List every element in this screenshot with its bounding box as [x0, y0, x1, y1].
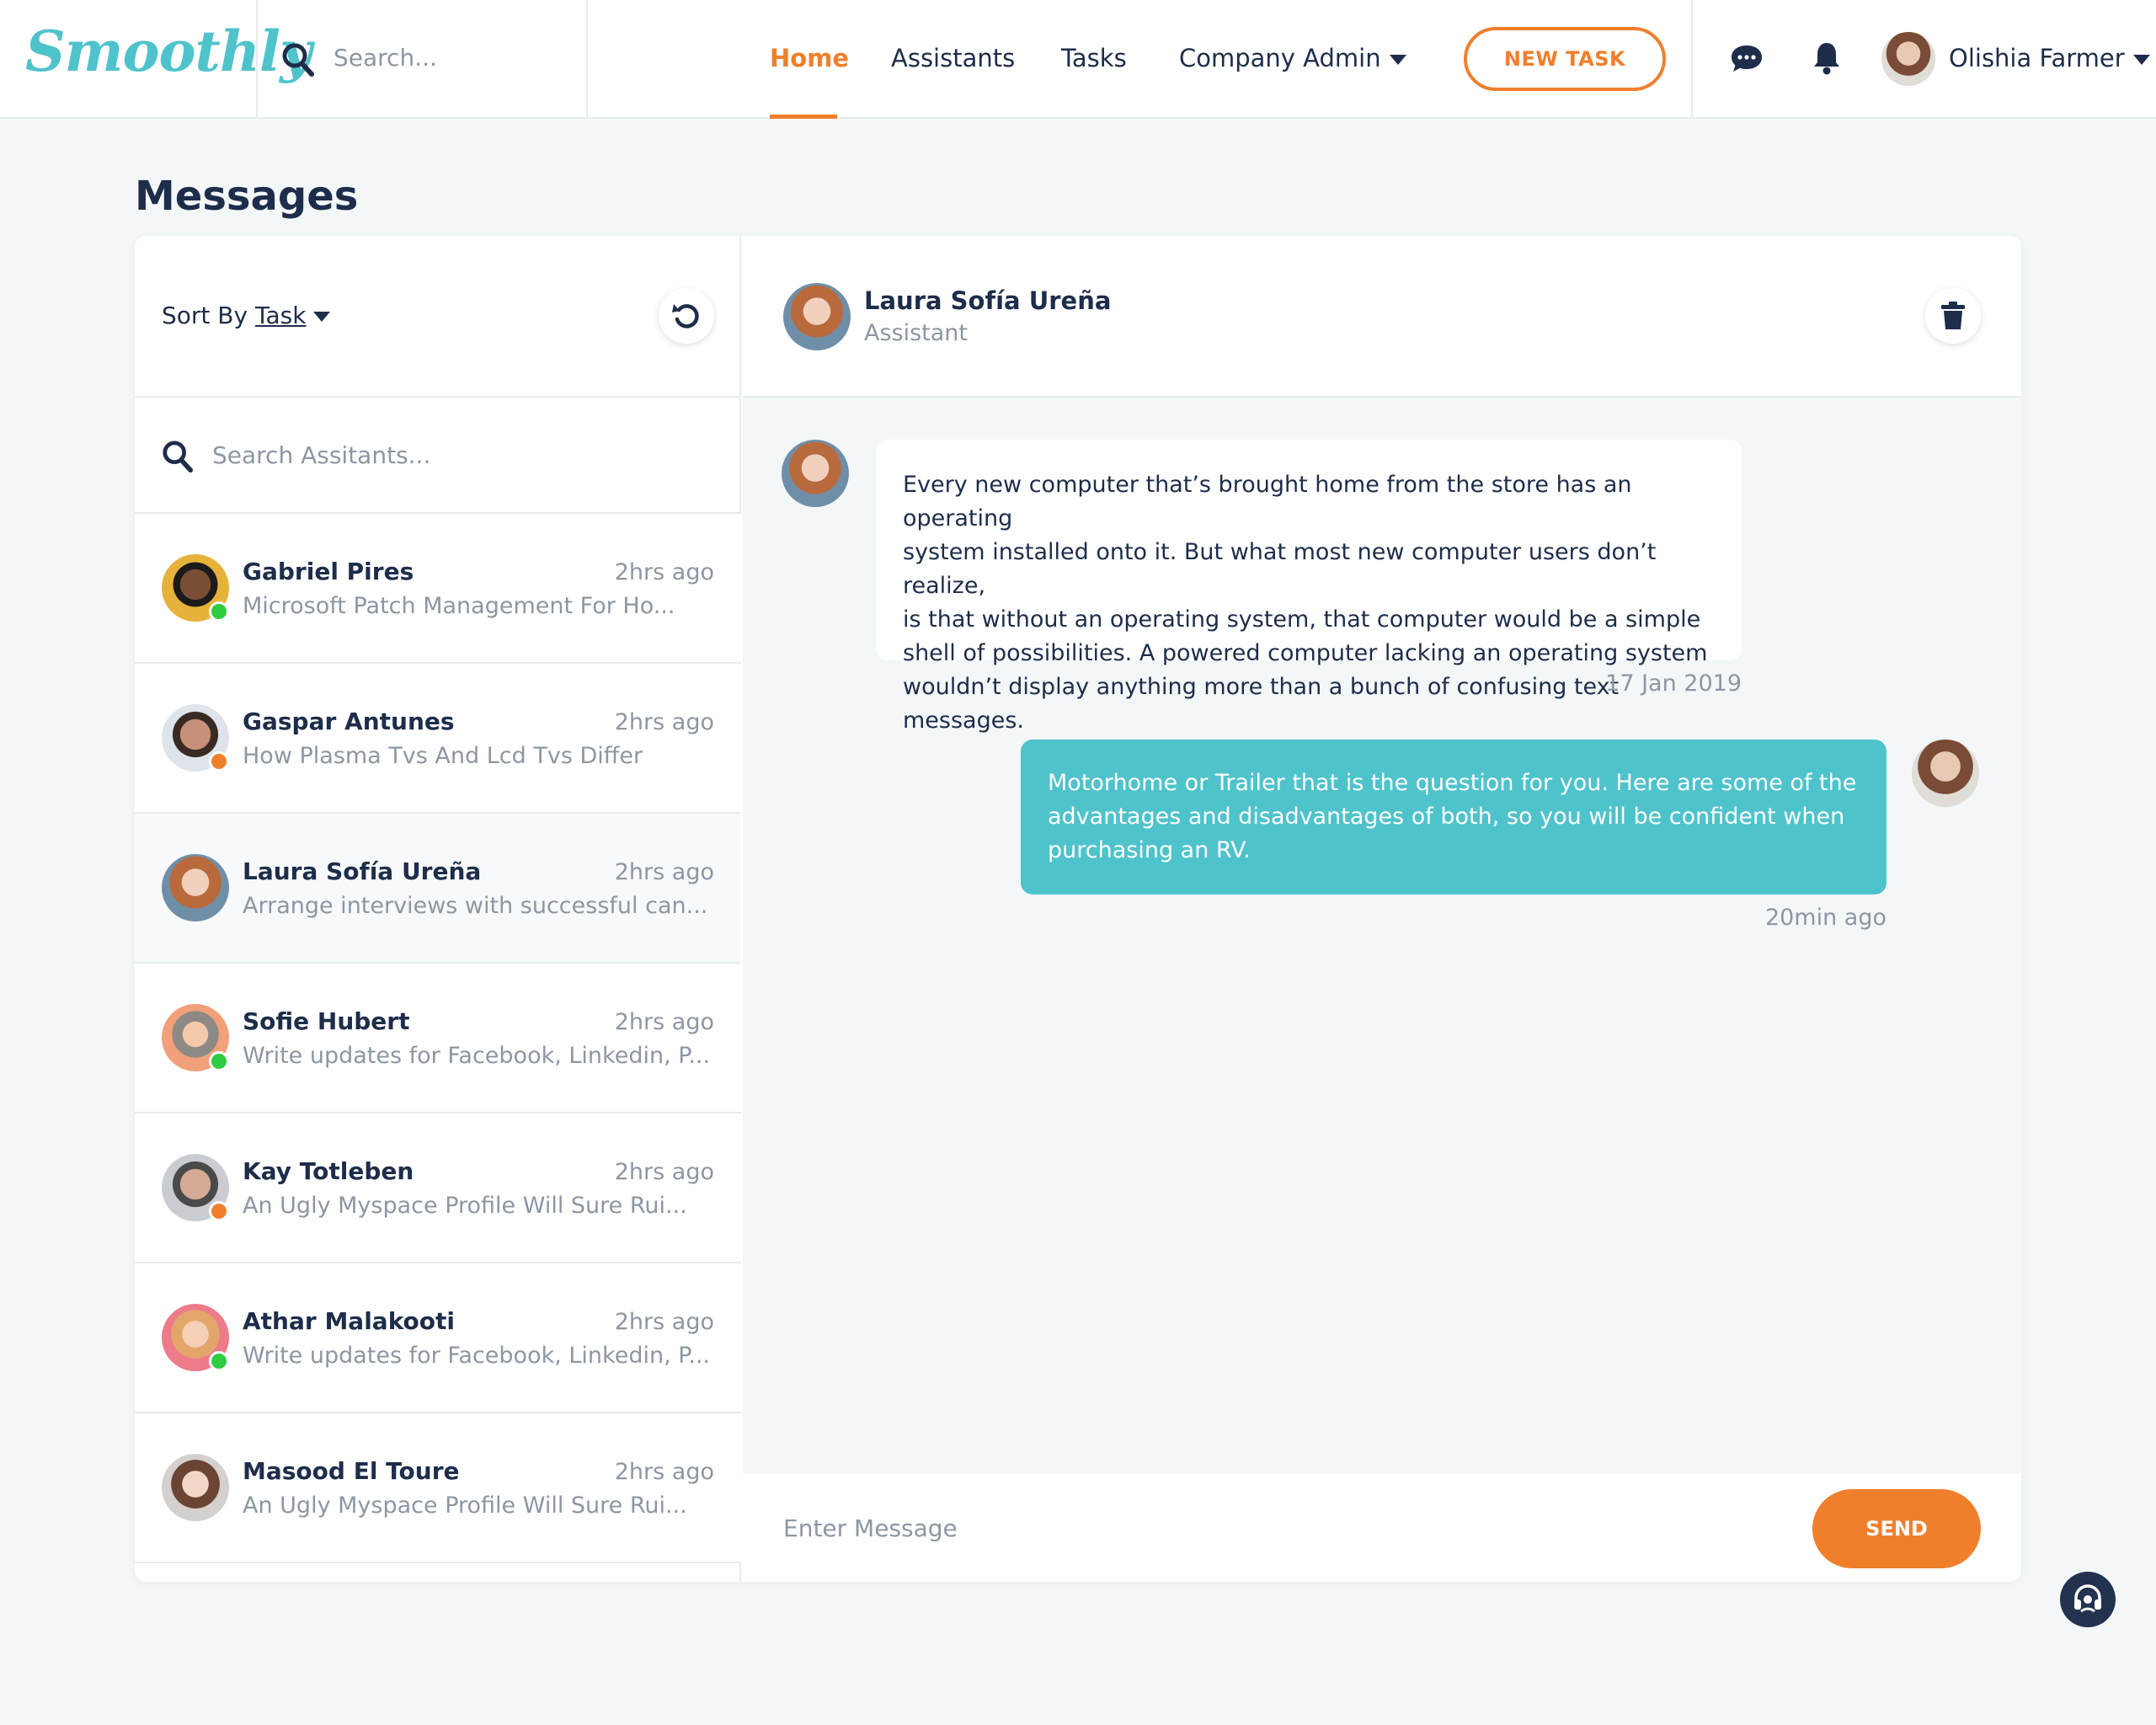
message-preview: Microsoft Patch Management For Ho... [243, 593, 675, 619]
trash-icon [1941, 302, 1965, 329]
message-line: Every new computer that’s brought home f… [903, 472, 1632, 531]
message-line: advantages and disadvantages of both, so… [1048, 804, 1845, 830]
new-task-button[interactable]: NEW TASK [1464, 27, 1666, 91]
contact-name: Gaspar Antunes [243, 708, 455, 735]
timestamp: 2hrs ago [614, 559, 714, 585]
bell-icon[interactable] [1812, 40, 1841, 76]
message-line: purchasing an RV. [1048, 837, 1251, 863]
contact-avatar [783, 283, 851, 350]
chevron-down-icon [1389, 55, 1406, 65]
message-line: Motorhome or Trailer that is the questio… [1048, 770, 1857, 796]
timestamp: 2hrs ago [614, 709, 714, 735]
nav-assistants[interactable]: Assistants [891, 44, 1015, 72]
avatar [162, 854, 229, 921]
avatar [162, 1454, 229, 1521]
online-status-dot [209, 601, 229, 622]
page-title: Messages [135, 173, 359, 220]
chat-bubble-icon[interactable] [1730, 44, 1764, 74]
incoming-message-bubble: Every new computer that’s brought home f… [876, 440, 1742, 734]
search-icon [163, 441, 194, 473]
messages-card: Sort By Task Search Assitants... Gabriel… [135, 236, 2021, 1582]
refresh-button[interactable] [659, 288, 714, 344]
contact-name: Laura Sofía Ureña [864, 286, 1112, 315]
nav-tasks[interactable]: Tasks [1061, 44, 1127, 72]
sort-bar: Sort By Task [135, 236, 741, 398]
contact-name: Kay Totleben [243, 1157, 414, 1185]
active-nav-indicator [770, 115, 837, 119]
chevron-down-icon [2132, 55, 2150, 65]
message-preview: Write updates for Facebook, Linkedin, P.… [243, 1343, 711, 1369]
message-composer: SEND [743, 1474, 2021, 1582]
user-menu[interactable]: Olishia Farmer [1949, 44, 2150, 72]
refresh-icon [672, 304, 699, 328]
global-search-input[interactable]: Search... [334, 44, 437, 72]
message-preview: An Ugly Myspace Profile Will Sure Rui... [243, 1493, 687, 1519]
search-icon[interactable] [281, 42, 315, 77]
conversation-item[interactable]: Athar Malakooti 2hrs ago Write updates f… [135, 1263, 741, 1413]
outgoing-message-bubble: Motorhome or Trailer that is the questio… [1021, 740, 1886, 895]
divider [586, 0, 588, 118]
contact-role: Assistant [864, 320, 969, 346]
timestamp: 2hrs ago [614, 859, 714, 885]
divider [256, 0, 258, 118]
message-line: shell of possibilities. A powered comput… [903, 640, 1708, 666]
message-preview: How Plasma Tvs And Lcd Tvs Differ [243, 743, 643, 769]
send-button[interactable]: SEND [1812, 1489, 1981, 1568]
support-button[interactable] [2060, 1572, 2116, 1627]
contact-name: Gabriel Pires [243, 558, 414, 585]
nav-home[interactable]: Home [770, 44, 849, 72]
sort-dropdown[interactable]: Sort By Task [162, 302, 306, 329]
sort-prefix: Sort By [162, 302, 248, 329]
away-status-dot [209, 1201, 229, 1221]
delete-conversation-button[interactable] [1925, 288, 1981, 344]
conversation-item[interactable]: Masood El Toure 2hrs ago An Ugly Myspace… [135, 1413, 741, 1563]
conversation-item[interactable]: Gabriel Pires 2hrs ago Microsoft Patch M… [135, 514, 741, 664]
assistant-search-input[interactable]: Search Assitants... [212, 441, 430, 469]
message-preview: Arrange interviews with successful can..… [243, 893, 708, 919]
user-name: Olishia Farmer [1949, 44, 2125, 72]
headset-icon [2074, 1584, 2101, 1613]
contact-name: Laura Sofía Ureña [243, 857, 482, 885]
chat-panel: Laura Sofía Ureña Assistant Every new co… [743, 236, 2021, 1582]
message-line: is that without an operating system, tha… [903, 606, 1701, 633]
top-navigation-bar: Smoothly Search... Home Assistants Tasks… [0, 0, 2156, 119]
user-avatar[interactable] [1881, 32, 1935, 86]
online-status-dot [209, 1351, 229, 1371]
conversation-list: Gabriel Pires 2hrs ago Microsoft Patch M… [135, 514, 741, 1563]
timestamp: 2hrs ago [614, 1459, 714, 1485]
conversation-item-selected[interactable]: Laura Sofía Ureña 2hrs ago Arrange inter… [135, 814, 741, 964]
sender-avatar [782, 440, 849, 507]
online-status-dot [209, 1051, 229, 1071]
message-line: system installed onto it. But what most … [903, 539, 1657, 599]
away-status-dot [209, 751, 229, 772]
message-preview: Write updates for Facebook, Linkedin, P.… [243, 1043, 711, 1069]
conversation-list-panel: Sort By Task Search Assitants... Gabriel… [135, 236, 741, 1582]
contact-name: Masood El Toure [243, 1457, 460, 1485]
timestamp: 2hrs ago [614, 1159, 714, 1185]
conversation-item[interactable]: Sofie Hubert 2hrs ago Write updates for … [135, 964, 741, 1114]
timestamp: 2hrs ago [614, 1309, 714, 1335]
assistant-search-bar: Search Assitants... [135, 398, 741, 514]
nav-company-admin-label: Company Admin [1179, 44, 1381, 72]
own-avatar [1912, 740, 1979, 807]
message-input[interactable] [783, 1509, 1710, 1546]
chat-header: Laura Sofía Ureña Assistant [743, 236, 2021, 398]
conversation-item[interactable]: Gaspar Antunes 2hrs ago How Plasma Tvs A… [135, 664, 741, 814]
contact-name: Athar Malakooti [243, 1307, 456, 1335]
contact-name: Sofie Hubert [243, 1007, 410, 1035]
message-timestamp: 17 Jan 2019 [1605, 670, 1742, 697]
logo[interactable]: Smoothly [25, 19, 312, 84]
message-timestamp: 20min ago [1764, 905, 1886, 931]
nav-company-admin[interactable]: Company Admin [1179, 44, 1406, 72]
message-preview: An Ugly Myspace Profile Will Sure Rui... [243, 1193, 687, 1219]
timestamp: 2hrs ago [614, 1009, 714, 1035]
chevron-down-icon[interactable] [313, 312, 330, 322]
conversation-item[interactable]: Kay Totleben 2hrs ago An Ugly Myspace Pr… [135, 1114, 741, 1263]
divider [1691, 0, 1693, 118]
sort-value: Task [254, 302, 307, 329]
